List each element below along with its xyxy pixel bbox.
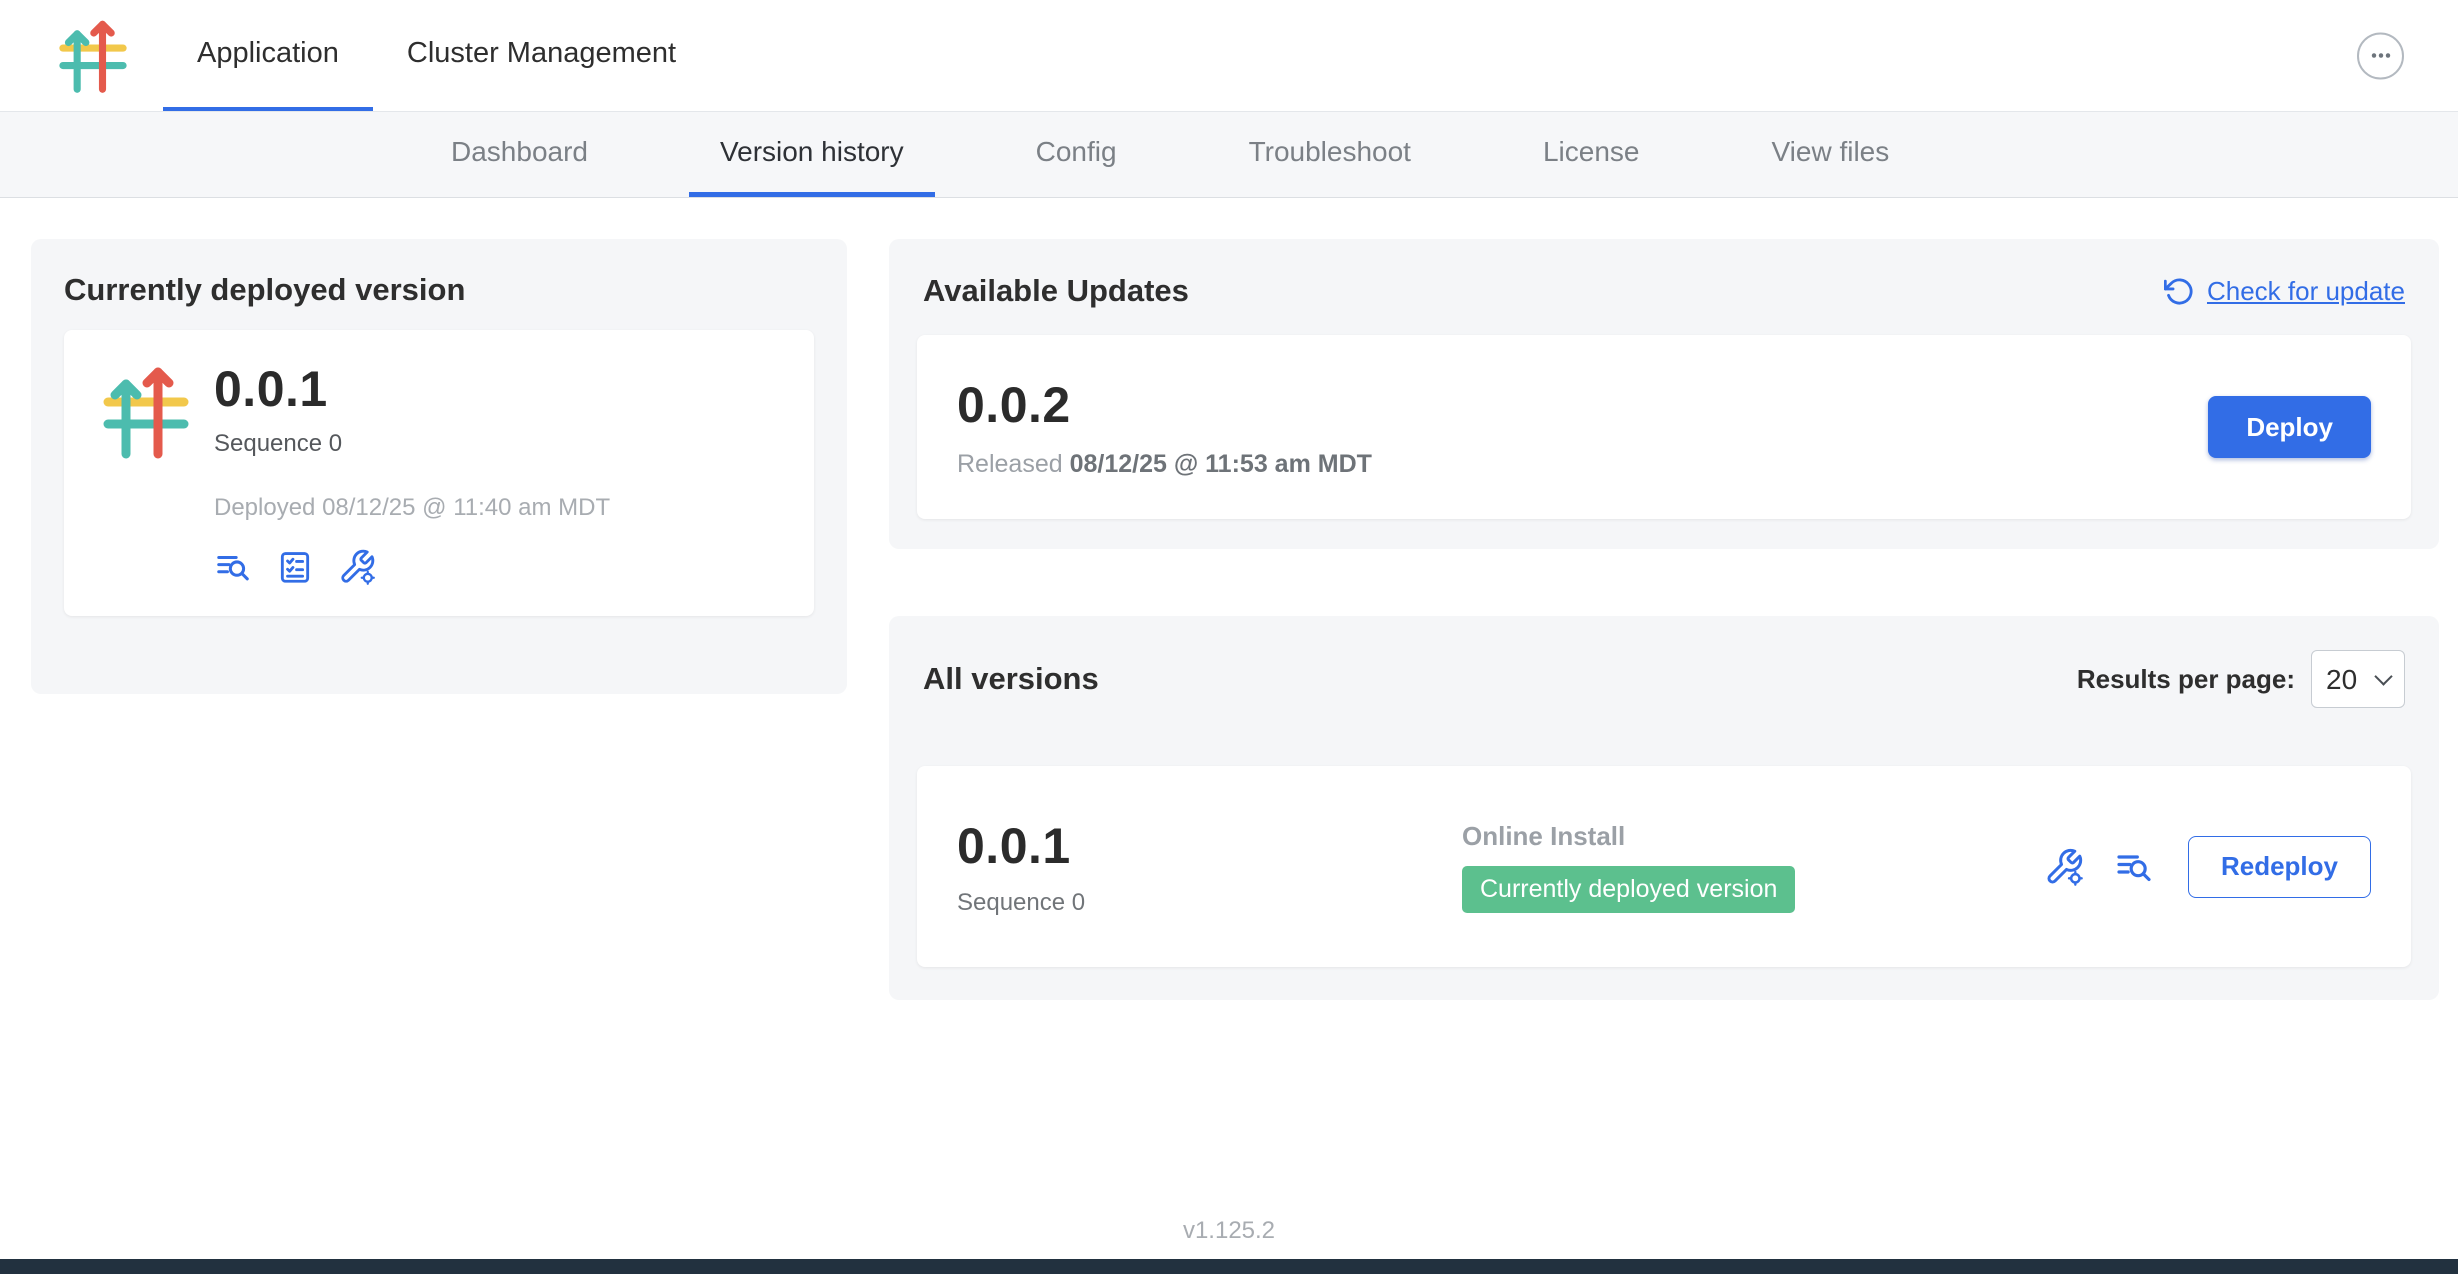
preflight-checks-icon[interactable]	[276, 548, 314, 586]
app-logo-icon	[55, 18, 131, 94]
check-for-update-label: Check for update	[2207, 276, 2405, 307]
app-logo	[55, 18, 131, 94]
version-row-info: 0.0.1 Sequence 0	[957, 817, 1462, 917]
released-date: 08/12/25 @ 11:53 am MDT	[1070, 450, 1372, 478]
deployed-action-icons	[214, 548, 610, 586]
subnav-item-version-history[interactable]: Version history	[689, 112, 935, 197]
results-per-page-select[interactable]: 20	[2311, 650, 2405, 708]
bottom-bar	[0, 1259, 2458, 1274]
edit-config-icon[interactable]	[2044, 847, 2084, 887]
currently-deployed-badge: Currently deployed version	[1462, 866, 1795, 913]
version-row: 0.0.1 Sequence 0 Online Install Currentl…	[917, 766, 2411, 967]
deployed-sequence: Sequence 0	[214, 430, 610, 458]
results-per-page: Results per page: 20	[2077, 650, 2405, 708]
deployed-version-number: 0.0.1	[214, 360, 610, 418]
more-options-button[interactable]	[2357, 32, 2404, 79]
deployed-version-box: 0.0.1 Sequence 0 Deployed 08/12/25 @ 11:…	[64, 330, 814, 616]
refresh-icon	[2164, 276, 2195, 307]
install-type-label: Online Install	[1462, 821, 2044, 852]
subnav-item-license[interactable]: License	[1512, 112, 1671, 197]
update-released-line: Released 08/12/25 @ 11:53 am MDT	[957, 450, 1372, 479]
available-updates-card: Available Updates Check for update 0.0.2…	[889, 239, 2439, 549]
all-versions-card: All versions Results per page: 20 0.0.1 …	[889, 616, 2439, 1000]
subnav-item-config[interactable]: Config	[1005, 112, 1148, 197]
version-row-status: Online Install Currently deployed versio…	[1462, 821, 2044, 913]
available-updates-title: Available Updates	[923, 273, 1189, 309]
tab-application[interactable]: Application	[163, 0, 373, 111]
edit-config-icon[interactable]	[338, 548, 376, 586]
all-versions-title: All versions	[923, 661, 1099, 697]
view-logs-icon[interactable]	[214, 548, 252, 586]
top-tabs: Application Cluster Management	[163, 0, 710, 111]
main-content: Currently deployed version 0.0.1 Sequenc…	[0, 198, 2458, 1259]
right-column: Available Updates Check for update 0.0.2…	[889, 239, 2439, 1000]
update-info: 0.0.2 Released 08/12/25 @ 11:53 am MDT	[957, 376, 1372, 479]
update-row: 0.0.2 Released 08/12/25 @ 11:53 am MDT D…	[917, 335, 2411, 519]
results-per-page-label: Results per page:	[2077, 664, 2295, 695]
results-select-wrap: 20	[2311, 650, 2405, 708]
released-prefix: Released	[957, 450, 1070, 478]
subnav-item-dashboard[interactable]: Dashboard	[420, 112, 619, 197]
app-subnav: Dashboard Version history Config Trouble…	[0, 112, 2458, 198]
version-row-actions: Redeploy	[2044, 836, 2371, 898]
row-version-number: 0.0.1	[957, 817, 1462, 875]
check-for-update-link[interactable]: Check for update	[2164, 276, 2405, 307]
subnav-item-troubleshoot[interactable]: Troubleshoot	[1218, 112, 1442, 197]
update-version-number: 0.0.2	[957, 376, 1372, 434]
redeploy-button[interactable]: Redeploy	[2188, 836, 2371, 898]
tab-cluster-management[interactable]: Cluster Management	[373, 0, 710, 111]
row-sequence: Sequence 0	[957, 889, 1462, 917]
app-logo-icon	[98, 364, 194, 460]
deployed-timestamp: Deployed 08/12/25 @ 11:40 am MDT	[214, 494, 610, 522]
currently-deployed-card: Currently deployed version 0.0.1 Sequenc…	[31, 239, 847, 694]
deployed-app-logo	[98, 364, 194, 460]
deployed-card-title: Currently deployed version	[64, 272, 814, 308]
top-header: Application Cluster Management	[0, 0, 2458, 112]
console-version: v1.125.2	[0, 1217, 2458, 1245]
deployed-version-info: 0.0.1 Sequence 0 Deployed 08/12/25 @ 11:…	[214, 360, 610, 586]
deploy-button[interactable]: Deploy	[2208, 396, 2371, 458]
ellipsis-icon	[2367, 42, 2395, 70]
view-diff-icon[interactable]	[2114, 847, 2154, 887]
subnav-item-view-files[interactable]: View files	[1740, 112, 1920, 197]
